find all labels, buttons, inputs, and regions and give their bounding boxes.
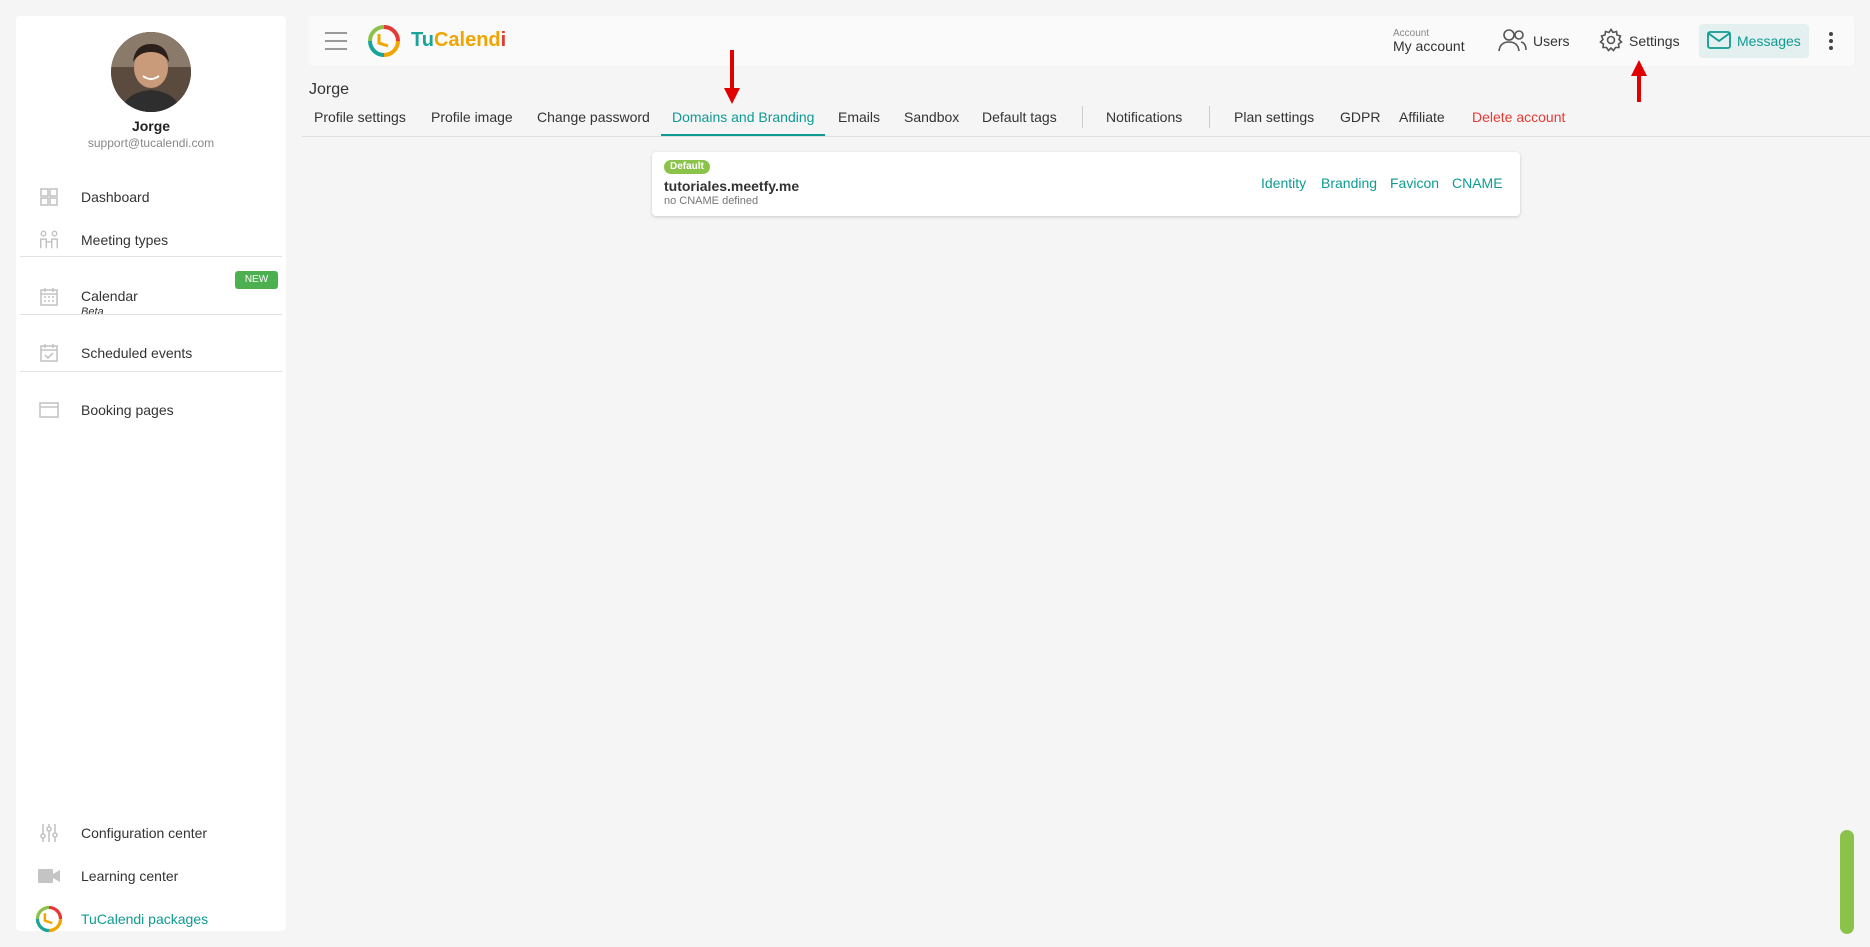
top-bar: TuCalendi Account My account Users Setti… [309, 16, 1854, 66]
video-icon [38, 865, 60, 887]
sidebar-item-label: Dashboard [81, 189, 150, 205]
tab-change-password[interactable]: Change password [537, 100, 650, 136]
messages-label: Messages [1737, 33, 1801, 49]
settings-button[interactable]: Settings [1599, 24, 1680, 58]
sidebar-item-meeting-types[interactable]: Meeting types [16, 229, 286, 251]
domain-name: tutoriales.meetfy.me [664, 178, 800, 194]
sidebar-item-label: Configuration center [81, 825, 208, 841]
scroll-handle[interactable] [1840, 830, 1854, 934]
sidebar-item-booking-pages[interactable]: Booking pages [16, 399, 286, 421]
sidebar-divider [20, 371, 282, 372]
tab-profile-image[interactable]: Profile image [431, 100, 513, 136]
sidebar-item-label: Booking pages [81, 402, 174, 418]
tab-profile-settings[interactable]: Profile settings [314, 100, 406, 136]
sidebar-item-scheduled-events[interactable]: Scheduled events [16, 342, 286, 364]
users-icon [1497, 28, 1527, 55]
calendar-check-icon [38, 342, 60, 364]
mail-icon [1707, 30, 1731, 52]
tab-gdpr[interactable]: GDPR [1340, 100, 1380, 136]
tab-sandbox[interactable]: Sandbox [904, 100, 959, 136]
settings-label: Settings [1629, 33, 1680, 49]
users-button[interactable]: Users [1497, 24, 1570, 58]
tab-affiliate[interactable]: Affiliate [1399, 100, 1445, 136]
sidebar-item-label: TuCalendi packages [81, 911, 209, 927]
tucalendi-logo-icon [35, 905, 63, 933]
logo-text[interactable]: TuCalendi [411, 29, 506, 52]
user-email: support@tucalendi.com [87, 136, 215, 150]
sidebar: Jorge support@tucalendi.com Dashboard Me… [16, 16, 286, 933]
dashboard-icon [38, 186, 60, 208]
tab-separator [1209, 106, 1210, 128]
avatar[interactable] [111, 32, 191, 112]
sidebar-item-label: Calendar [81, 288, 138, 304]
tab-delete-account[interactable]: Delete account [1472, 100, 1565, 136]
arrow-down-annotation [724, 50, 740, 104]
default-badge: Default [664, 160, 710, 174]
sidebar-item-label: Meeting types [81, 232, 169, 248]
logo-text-calend: Calend [433, 29, 501, 51]
sidebar-item-sublabel: Beta [81, 306, 104, 318]
sidebar-item-configuration-center[interactable]: Configuration center [16, 822, 286, 844]
sidebar-divider [20, 256, 282, 257]
my-account-link[interactable]: My account [1393, 38, 1465, 54]
new-badge: NEW [235, 271, 278, 289]
branding-link[interactable]: Branding [1321, 175, 1377, 191]
more-options-icon[interactable] [1829, 32, 1835, 52]
sidebar-item-label: Scheduled events [81, 345, 193, 361]
favicon-link[interactable]: Favicon [1390, 175, 1439, 191]
tab-default-tags[interactable]: Default tags [982, 100, 1057, 136]
tab-notifications[interactable]: Notifications [1106, 100, 1182, 136]
domain-card: Default tutoriales.meetfy.me no CNAME de… [652, 152, 1520, 216]
user-name: Jorge [131, 118, 171, 134]
cname-status: no CNAME defined [664, 195, 759, 207]
cname-link[interactable]: CNAME [1452, 175, 1503, 191]
sidebar-item-learning-center[interactable]: Learning center [16, 865, 286, 887]
arrow-up-annotation [1631, 60, 1647, 102]
people-icon [38, 229, 60, 251]
logo-text-i: i [500, 29, 507, 51]
sliders-icon [38, 822, 60, 844]
window-icon [38, 399, 60, 421]
sidebar-item-dashboard[interactable]: Dashboard [16, 186, 286, 208]
logo-text-tu: Tu [411, 29, 434, 51]
sidebar-item-label: Learning center [81, 868, 179, 884]
page-title: Jorge [309, 81, 350, 98]
identity-link[interactable]: Identity [1261, 175, 1306, 191]
settings-tabs: Profile settings Profile image Change pa… [302, 100, 1870, 137]
sidebar-divider [20, 314, 282, 315]
tab-domains-and-branding[interactable]: Domains and Branding [661, 100, 826, 136]
tucalendi-logo-icon[interactable] [367, 24, 401, 58]
tab-plan-settings[interactable]: Plan settings [1234, 100, 1314, 136]
messages-button[interactable]: Messages [1699, 24, 1809, 58]
calendar-icon [38, 286, 60, 308]
tab-separator [1082, 106, 1083, 128]
sidebar-item-tucalendi-packages[interactable]: TuCalendi packages [16, 905, 286, 933]
menu-icon[interactable] [325, 32, 347, 50]
tab-emails[interactable]: Emails [838, 100, 880, 136]
users-label: Users [1533, 33, 1570, 49]
gear-icon [1599, 27, 1623, 55]
